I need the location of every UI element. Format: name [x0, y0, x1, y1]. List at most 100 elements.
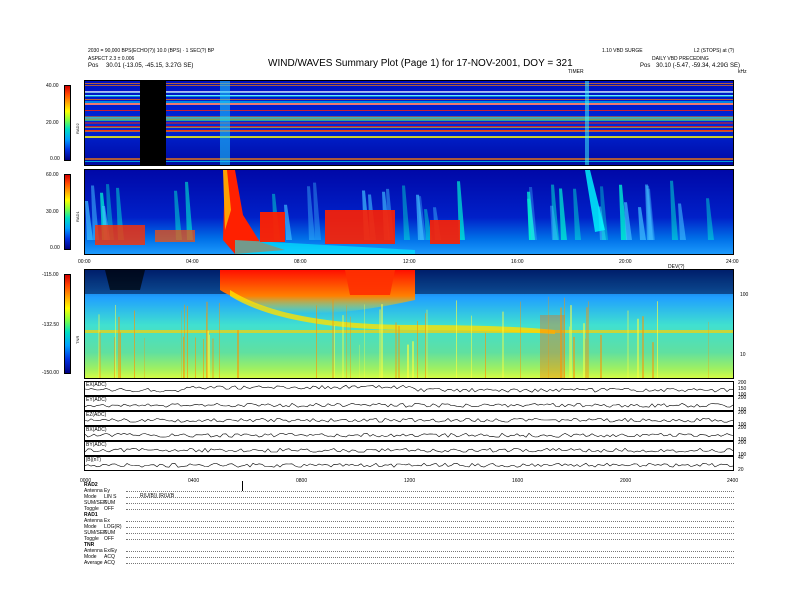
tnr-spike — [184, 304, 185, 378]
tnr-spike — [206, 301, 208, 378]
tnr-spike — [181, 310, 182, 378]
tnr-spike — [120, 332, 121, 378]
tnr-spike — [708, 321, 709, 378]
footer-row-dots — [126, 527, 734, 528]
tnr-spike — [332, 298, 334, 378]
line-panel-right-tick: 40 — [738, 455, 744, 461]
line-panel-label: EZ(ADC) — [86, 412, 107, 418]
rad1-cbar-tick-top: 60.00 — [46, 172, 59, 178]
tnr-spectrogram — [84, 269, 734, 379]
header-info-right2: L2 (STOPS) at (?) — [694, 48, 735, 54]
line-panel-svg — [85, 402, 733, 408]
tnr-spike — [600, 334, 602, 378]
tnr-spike — [195, 337, 196, 378]
tnr-spike — [583, 323, 585, 378]
footer-row: Toggle OFF — [84, 536, 734, 542]
footer-row-value: OFF — [104, 536, 114, 542]
rad1-xtick-4: 16:00 — [511, 259, 524, 265]
tnr-axis-label: TNR — [75, 335, 80, 344]
tnr-spike — [379, 309, 381, 378]
footer-row-value: ACQ — [104, 560, 115, 566]
tnr-spike — [99, 332, 101, 378]
rad2-band — [85, 117, 733, 119]
tnr-spike — [412, 341, 414, 378]
line-panel-right-tick: 200 — [738, 440, 747, 446]
rad2-band — [85, 119, 733, 121]
line-panel-label: BY(ADC) — [86, 442, 107, 448]
rad2-band — [85, 136, 733, 138]
tnr-spike — [209, 334, 210, 378]
tnr-spike — [502, 311, 504, 378]
tnr-spike — [237, 330, 239, 378]
tnr-spike — [115, 304, 116, 378]
rad1-xtick-1: 04:00 — [186, 259, 199, 265]
line-panel — [84, 411, 734, 426]
tnr-spike — [316, 305, 317, 378]
bottom-xtick-4: 1600 — [512, 478, 524, 484]
footer-row: Average ACQ — [84, 560, 734, 566]
rad2-band — [85, 101, 733, 103]
rad1-cbar-tick-bottom: 0.00 — [50, 245, 60, 251]
header-pos-right: 30.10 (-5.47, -59.34, 4.29G SE) — [656, 63, 741, 69]
header-info-right1: 1.10 VBD SURGE — [602, 48, 643, 54]
header-unit: kHz — [738, 69, 747, 75]
line-series — [85, 432, 733, 438]
line-panel — [84, 396, 734, 411]
rad1-xtick-0: 00:00 — [78, 259, 91, 265]
tnr-cbar-tick-mid: -132.50 — [42, 322, 59, 328]
rad2-band — [85, 122, 733, 124]
rad2-band — [85, 130, 733, 131]
footer-rad1-block: Antenna Ex Mode LOG(R) SUM/SEP SUM Toggle OFF — [84, 518, 734, 542]
rad2-cbar-tick-mid: 20.00 — [46, 120, 59, 126]
rad2-band — [85, 103, 733, 105]
tnr-right-tick-100: 100 — [740, 292, 749, 298]
line-series — [85, 462, 733, 468]
line-panel-svg — [85, 417, 733, 423]
tnr-spike — [573, 336, 575, 378]
tnr-spike — [485, 332, 486, 378]
line-panel — [84, 456, 734, 471]
tnr-colorbar — [64, 274, 71, 374]
tnr-spike — [118, 316, 120, 378]
footer-row-dots — [126, 557, 734, 558]
footer-row-dots — [126, 509, 734, 510]
line-panel-right-tick: 200 — [738, 425, 747, 431]
tnr-spike — [359, 344, 360, 378]
line-panel — [84, 441, 734, 456]
line-panel-label: EY(ADC) — [86, 397, 107, 403]
rad2-band — [85, 99, 733, 100]
rad2-cbar-tick-bottom: 0.00 — [50, 156, 60, 162]
tnr-spike — [520, 301, 521, 378]
tnr-spike — [585, 338, 586, 378]
tnr-spike — [627, 310, 629, 378]
page-title: WIND/WAVES Summary Plot (Page 1) for 17-… — [268, 58, 573, 69]
bottom-xtick-5: 2000 — [620, 478, 632, 484]
tnr-spike — [407, 344, 409, 378]
line-panel-svg — [85, 432, 733, 438]
rad1-spectrogram-svg — [85, 170, 733, 254]
line-panel-svg — [85, 384, 733, 393]
rad1-spectrogram — [84, 169, 734, 255]
tnr-spike — [350, 316, 351, 378]
rad2-band — [85, 161, 733, 162]
footer-row: Toggle OFF — [84, 506, 734, 512]
tnr-plasma-line — [85, 330, 733, 333]
tnr-spike — [548, 296, 549, 378]
line-panel-label: EX(ADC) — [86, 382, 107, 388]
bottom-xtick-6: 2400 — [727, 478, 739, 484]
tnr-right-tick-10: 10 — [740, 352, 746, 358]
tnr-spike — [417, 320, 418, 378]
tnr-spike — [586, 307, 588, 378]
rad2-band — [85, 95, 733, 97]
rad2-data-gap — [140, 81, 166, 165]
tnr-spectrogram-svg — [85, 270, 733, 378]
rad1-axis-label: RAD1 — [75, 211, 80, 222]
tnr-spike — [570, 305, 572, 378]
tnr-spike — [381, 304, 383, 378]
rad2-band — [85, 110, 733, 111]
line-panel-label: |B|(nT) — [86, 457, 102, 463]
rad2-colorbar — [64, 85, 71, 161]
tnr-spike — [588, 301, 589, 378]
header-pos-left: 30.01 (-13.05, -45.15, 3.27G SE) — [106, 63, 194, 69]
tnr-spike — [346, 305, 347, 378]
